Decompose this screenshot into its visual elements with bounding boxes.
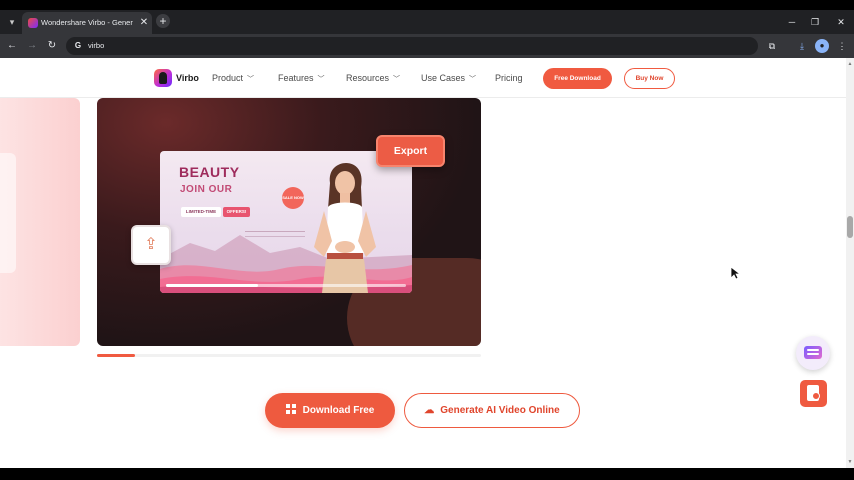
window-close-icon[interactable]: ✕ (833, 15, 849, 29)
upload-icon: ⇪ (131, 225, 171, 265)
nav-pricing[interactable]: Pricing (495, 71, 523, 85)
taskbar-edge (0, 468, 854, 480)
chevron-down-icon: ﹀ (317, 76, 325, 83)
chat-icon (804, 346, 822, 359)
scrollbar-thumb[interactable] (847, 216, 853, 238)
chevron-down-icon: ﹀ (393, 76, 401, 83)
scroll-down-icon[interactable]: ▼ (846, 458, 854, 466)
profile-avatar-icon[interactable]: ● (815, 39, 829, 53)
address-text[interactable]: virbo (88, 40, 104, 52)
mock-video-timeline (166, 284, 406, 287)
generate-online-label: Generate AI Video Online (440, 405, 560, 416)
mock-subheadline: JOIN OUR (180, 184, 233, 195)
download-free-label: Download Free (302, 405, 375, 416)
address-bar[interactable]: G virbo (66, 37, 758, 55)
download-free-button[interactable]: Download Free (265, 393, 395, 428)
carousel-active-slide: BEAUTY JOIN OUR LIMITED-TIME OFFERS! SAL… (97, 98, 481, 346)
tab-close-icon[interactable]: ✕ (138, 16, 150, 30)
tab-title: Wondershare Virbo - Generate (41, 18, 133, 27)
browser-toolbar: ← → ↻ G virbo ⧉ ⤓ ● ⋮ (0, 34, 854, 58)
nav-product-label: Product (212, 73, 244, 83)
mouse-cursor-icon (730, 266, 740, 280)
carousel-progress-fill (97, 354, 135, 357)
buy-now-button[interactable]: Buy Now (624, 68, 675, 89)
virbo-favicon-icon (28, 18, 38, 28)
carousel-prev-slide[interactable] (0, 98, 80, 346)
new-tab-button[interactable]: + (156, 14, 170, 28)
browser-menu-icon[interactable]: ⋮ (835, 39, 849, 53)
chat-assistant-button[interactable] (796, 336, 830, 370)
chevron-down-icon: ﹀ (247, 76, 255, 83)
site-header: Virbo Product ﹀ Features ﹀ Resources ﹀ Use … (0, 58, 846, 98)
chevron-down-icon: ﹀ (469, 76, 477, 83)
mock-offers-chip: OFFERS! (223, 207, 250, 217)
google-g-icon: G (74, 41, 82, 50)
nav-resources[interactable]: Resources ﹀ (346, 71, 400, 85)
reload-icon[interactable]: ↻ (45, 39, 59, 53)
windows-icon (285, 404, 296, 414)
mock-headline: BEAUTY (179, 164, 240, 180)
browser-tab-strip: ▾ Wondershare Virbo - Generate ✕ + ─ ❐ ✕ (0, 10, 854, 34)
nav-resources-label: Resources (346, 73, 390, 83)
restore-icon[interactable]: ❐ (807, 15, 823, 29)
page-scrollbar[interactable]: ▲ ▼ (846, 58, 854, 468)
help-dot-icon (812, 392, 820, 400)
brand-name[interactable]: Virbo (176, 71, 199, 85)
slide-shape (0, 153, 16, 273)
cloud-icon: ☁ (424, 405, 435, 416)
nav-use-cases-label: Use Cases (421, 73, 466, 83)
extensions-icon[interactable]: ⧉ (765, 39, 779, 53)
browser-tab-active[interactable]: Wondershare Virbo - Generate ✕ (22, 12, 152, 34)
ai-avatar-presenter (314, 163, 376, 293)
download-icon[interactable]: ⤓ (795, 39, 809, 53)
forward-arrow-icon[interactable]: → (25, 39, 39, 53)
tab-search-chevron-icon[interactable]: ▾ (6, 15, 18, 29)
generate-online-button[interactable]: ☁ Generate AI Video Online (404, 393, 580, 428)
video-preview-mockup: BEAUTY JOIN OUR LIMITED-TIME OFFERS! SAL… (160, 151, 412, 293)
free-download-button[interactable]: Free Download (543, 68, 612, 89)
webpage: Virbo Product ﹀ Features ﹀ Resources ﹀ Use … (0, 58, 846, 468)
nav-features[interactable]: Features ﹀ (278, 71, 325, 85)
nav-features-label: Features (278, 73, 314, 83)
export-badge: Export (376, 135, 445, 167)
virbo-logo-icon[interactable] (154, 69, 172, 87)
support-button[interactable] (800, 380, 827, 407)
minimize-icon[interactable]: ─ (784, 15, 800, 29)
scroll-up-icon[interactable]: ▲ (846, 60, 854, 68)
carousel-progress (97, 354, 481, 357)
nav-product[interactable]: Product ﹀ (212, 71, 254, 85)
mock-sale-badge: SALE NOW (282, 187, 304, 209)
screen: ▾ Wondershare Virbo - Generate ✕ + ─ ❐ ✕… (0, 0, 854, 480)
mock-limited-chip: LIMITED-TIME (181, 207, 221, 217)
back-arrow-icon[interactable]: ← (5, 39, 19, 53)
nav-use-cases[interactable]: Use Cases ﹀ (421, 71, 476, 85)
mock-text-lines (245, 231, 305, 237)
